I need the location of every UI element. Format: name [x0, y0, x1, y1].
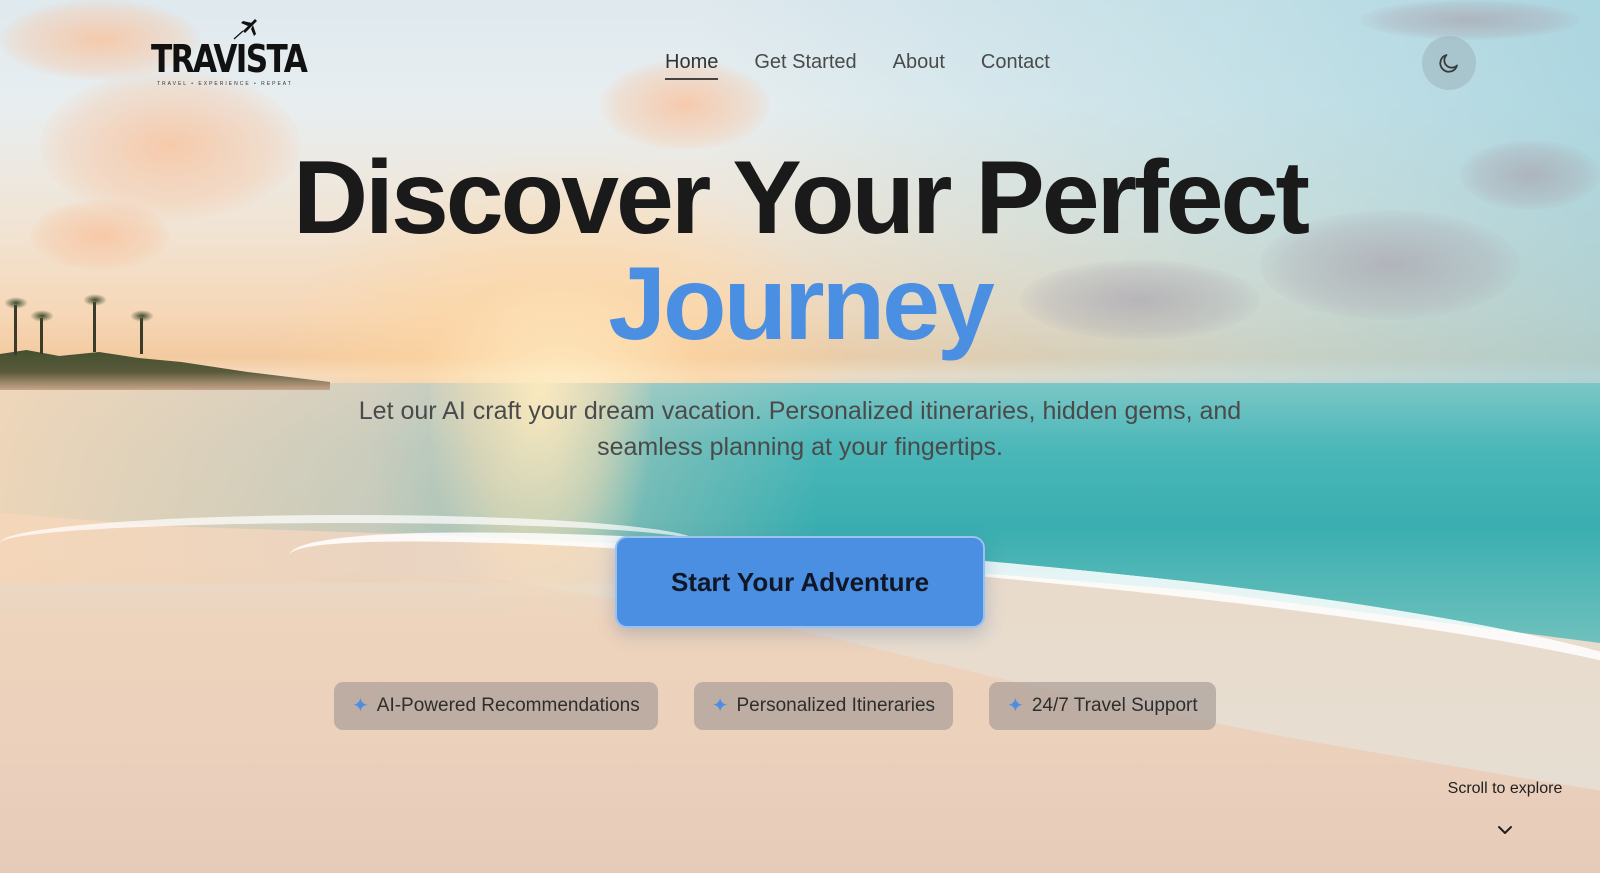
chevron-down-icon[interactable]	[1496, 824, 1514, 836]
logo-tagline: TRAVEL • EXPERIENCE • REPEAT	[157, 81, 293, 87]
cloud	[1360, 0, 1580, 40]
feature-pill-ai: ✦ AI-Powered Recommendations	[334, 682, 658, 730]
sparkle-icon: ✦	[352, 695, 369, 717]
logo-wordmark: TRAVISTA	[151, 37, 308, 81]
nav-link-home[interactable]: Home	[665, 50, 719, 80]
sparkle-icon: ✦	[711, 695, 729, 717]
hero-title-accent: Journey	[608, 246, 995, 362]
nav-link-get-started[interactable]: Get Started	[754, 50, 856, 80]
brand-logo[interactable]: TRAVISTA TRAVEL • EXPERIENCE • REPEAT	[151, 14, 308, 90]
feature-label: Personalized Itineraries	[736, 695, 936, 716]
feature-pill-support: ✦ 24/7 Travel Support	[989, 682, 1216, 730]
feature-label: 24/7 Travel Support	[1031, 695, 1198, 716]
feature-pill-itineraries: ✦ Personalized Itineraries	[693, 682, 954, 730]
moon-icon	[1439, 54, 1458, 73]
hero-subtitle: Let our AI craft your dream vacation. Pe…	[358, 397, 1242, 461]
nav-link-contact[interactable]: Contact	[981, 50, 1050, 80]
scroll-hint-label[interactable]: Scroll to explore	[1440, 780, 1570, 798]
feature-pills: ✦ AI-Powered Recommendations ✦ Personali…	[334, 682, 1216, 730]
main-nav: Home Get Started About Contact	[665, 50, 1050, 80]
start-adventure-button[interactable]: Start Your Adventure	[615, 536, 985, 628]
feature-label: AI-Powered Recommendations	[376, 695, 640, 716]
hero-title-line1: Discover Your Perfect	[292, 140, 1310, 256]
sparkle-icon: ✦	[1007, 695, 1024, 717]
hero-title: Discover Your Perfect Journey	[0, 145, 1600, 357]
nav-link-about[interactable]: About	[893, 50, 945, 80]
theme-toggle-button[interactable]	[1422, 36, 1476, 90]
